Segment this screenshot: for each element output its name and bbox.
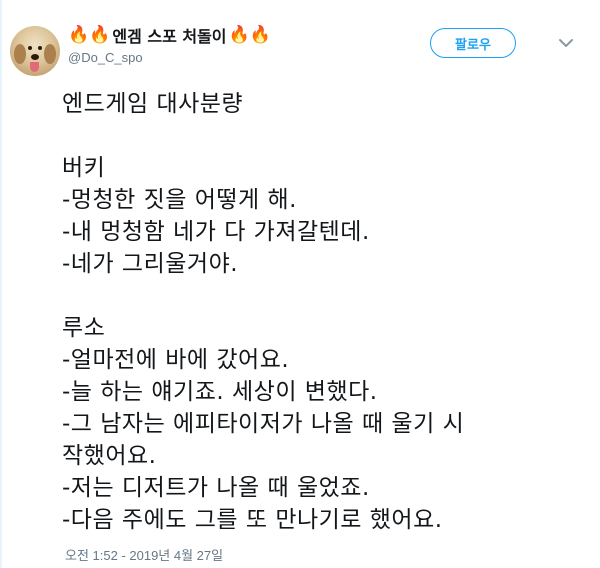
avatar-ear — [44, 44, 56, 64]
quote-line: 작했어요. — [62, 443, 157, 469]
fire-icon: 🔥 — [249, 24, 271, 45]
quote-line: -저는 디저트가 나올 때 울었죠. — [62, 475, 370, 501]
tweet-header: 🔥 🔥 엔겜 스포 처돌이 🔥 🔥 @Do_C_spo 팔로우 — [8, 16, 592, 76]
chevron-down-icon[interactable] — [558, 36, 574, 50]
thread-line — [0, 0, 2, 568]
tweet-title: 엔드게임 대사분량 — [62, 91, 244, 117]
fire-icon: 🔥 — [228, 24, 250, 45]
avatar-eye — [28, 46, 32, 50]
display-name: 엔겜 스포 처돌이 — [112, 27, 227, 46]
avatar-tongue — [30, 62, 39, 72]
quote-line: -늘 하는 얘기죠. 세상이 변했다. — [62, 379, 378, 405]
quote-line: -그 남자는 에피타이저가 나올 때 울기 시 — [62, 411, 465, 437]
speaker-name: 루소 — [62, 315, 106, 341]
avatar-ear — [14, 44, 26, 64]
user-handle[interactable]: @Do_C_spo — [68, 50, 143, 65]
fire-icon: 🔥 — [68, 24, 90, 45]
quote-line: -멍청한 짓을 어떻게 해. — [62, 187, 297, 213]
display-name-link[interactable]: 🔥 🔥 엔겜 스포 처돌이 🔥 🔥 — [68, 22, 271, 48]
tweet-text: 엔드게임 대사분량 버키 -멍청한 짓을 어떻게 해. -내 멍청함 네가 다 … — [62, 88, 582, 536]
quote-line: -네가 그리울거야. — [62, 251, 239, 277]
speaker-name: 버키 — [62, 155, 106, 181]
quote-line: -내 멍청함 네가 다 가져갈텐데. — [62, 219, 370, 245]
avatar[interactable] — [10, 26, 60, 76]
avatar-nose — [31, 54, 39, 60]
fire-icon: 🔥 — [89, 24, 111, 45]
avatar-eye — [38, 46, 42, 50]
follow-button[interactable]: 팔로우 — [430, 28, 516, 58]
quote-line: -다음 주에도 그를 또 만나기로 했어요. — [62, 507, 443, 533]
quote-line: -얼마전에 바에 갔어요. — [62, 347, 290, 373]
tweet-timestamp[interactable]: 오전 1:52 - 2019년 4월 27일 — [65, 545, 223, 564]
